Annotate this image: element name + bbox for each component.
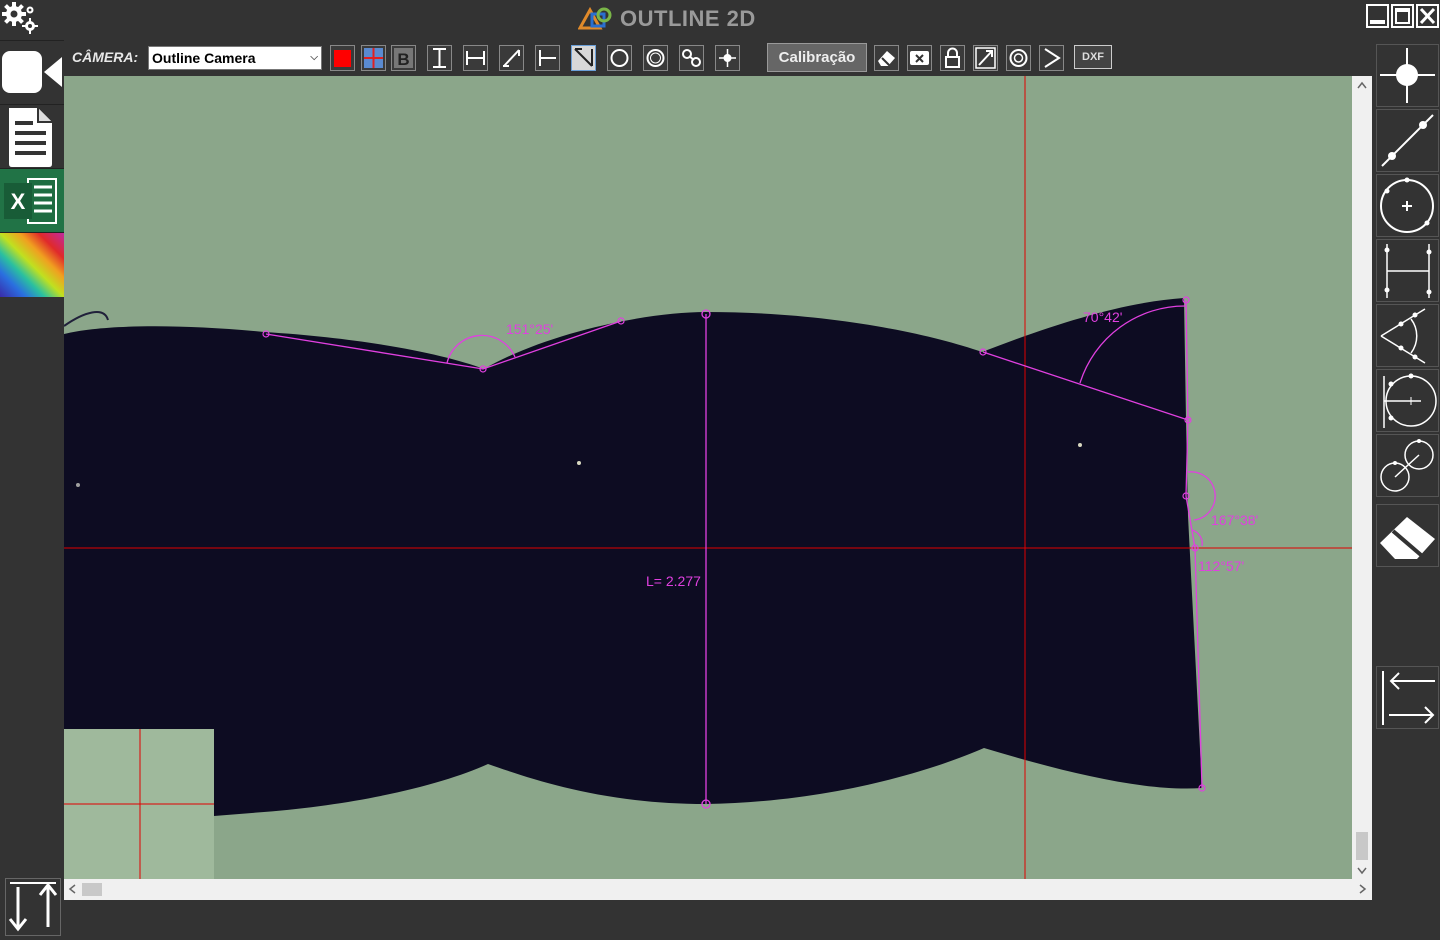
crosshair-icon[interactable]	[361, 45, 386, 71]
angle-tool-icon[interactable]	[1376, 304, 1439, 367]
circle-outline-icon[interactable]	[1006, 45, 1031, 71]
toolbar: CÂMERA: Outline Camera ⌵ B Calibração DX…	[64, 38, 1372, 76]
settings-gear-icon[interactable]	[0, 0, 40, 38]
camera-select-value: Outline Camera	[152, 50, 256, 66]
title-bar: OUTLINE 2D	[0, 0, 1440, 38]
horizontal-distance-icon[interactable]	[463, 45, 488, 71]
angle-icon[interactable]	[571, 45, 596, 71]
circle-to-circle-tool-icon[interactable]	[1376, 434, 1439, 497]
scroll-down-icon[interactable]	[1357, 867, 1367, 875]
scroll-left-icon[interactable]	[68, 884, 76, 894]
resize-icon[interactable]	[973, 45, 998, 71]
diagonal-distance-icon[interactable]	[499, 45, 524, 71]
app-title-text: OUTLINE 2D	[620, 6, 756, 31]
horizontal-scrollbar[interactable]	[64, 879, 1372, 900]
circle-center-tool-icon[interactable]	[1376, 369, 1439, 432]
circle-icon[interactable]	[643, 45, 668, 71]
horizontal-scroll-thumb[interactable]	[82, 883, 102, 896]
circle-distance-icon[interactable]	[679, 45, 704, 71]
vertical-scroll-thumb[interactable]	[1356, 832, 1368, 860]
light-speck	[577, 461, 581, 465]
maximize-button[interactable]	[1391, 4, 1414, 28]
vertical-distance-icon[interactable]	[427, 45, 452, 71]
point-icon[interactable]	[715, 45, 740, 71]
scroll-up-icon[interactable]	[1357, 81, 1367, 89]
svg-text:B: B	[397, 50, 409, 69]
point-line-distance-icon[interactable]	[535, 45, 560, 71]
angle-2-label: 70°42'	[1083, 309, 1122, 325]
camera-label: CÂMERA:	[72, 49, 139, 65]
part-silhouette	[64, 298, 1202, 816]
circle-tool-icon[interactable]	[1376, 174, 1439, 237]
left-sidebar: X	[0, 38, 64, 936]
camera-icon[interactable]	[0, 40, 64, 104]
chevron-down-icon: ⌵	[310, 52, 318, 63]
app-logo-icon	[578, 6, 612, 30]
svg-text:X: X	[11, 189, 26, 214]
point-tool-icon[interactable]	[1376, 44, 1439, 107]
light-speck	[76, 483, 80, 487]
app-title: OUTLINE 2D	[578, 4, 756, 34]
minimize-button[interactable]	[1366, 4, 1389, 28]
light-speck	[1078, 443, 1082, 447]
camera-select[interactable]: Outline Camera ⌵	[148, 46, 322, 70]
line-tool-icon[interactable]	[1376, 109, 1439, 172]
angle-3-label: 167°38'	[1211, 512, 1258, 528]
arrows-tool-icon[interactable]	[1376, 666, 1439, 729]
scroll-right-icon[interactable]	[1359, 884, 1367, 894]
play-icon[interactable]	[1039, 45, 1064, 71]
document-icon[interactable]	[0, 104, 64, 168]
vertical-scrollbar[interactable]	[1352, 76, 1372, 879]
eraser-icon[interactable]	[874, 45, 899, 71]
bold-b-icon[interactable]: B	[391, 45, 416, 71]
excel-icon[interactable]: X	[0, 168, 64, 233]
right-toolbar	[1372, 38, 1440, 900]
close-button[interactable]	[1416, 4, 1439, 28]
distance-tool-icon[interactable]	[1376, 239, 1439, 302]
mini-preview	[64, 729, 214, 879]
lock-icon[interactable]	[940, 45, 965, 71]
dxf-export-button[interactable]: DXF	[1074, 45, 1112, 69]
angle-4-label: 112°57'	[1198, 558, 1244, 574]
camera-viewport[interactable]: 151°25' 70°42' 167°38' 112°57' L= 2.277	[64, 76, 1352, 879]
sort-arrows-button[interactable]	[5, 878, 61, 936]
color-red-icon[interactable]	[330, 45, 355, 71]
eraser-tool-icon[interactable]	[1376, 504, 1439, 567]
color-palette-icon[interactable]	[0, 232, 64, 297]
delete-icon[interactable]	[907, 45, 932, 71]
angle-1-label: 151°25'	[506, 321, 553, 337]
length-label: L= 2.277	[646, 573, 701, 589]
circle-3pt-icon[interactable]	[607, 45, 632, 71]
calibration-button[interactable]: Calibração	[767, 43, 867, 72]
